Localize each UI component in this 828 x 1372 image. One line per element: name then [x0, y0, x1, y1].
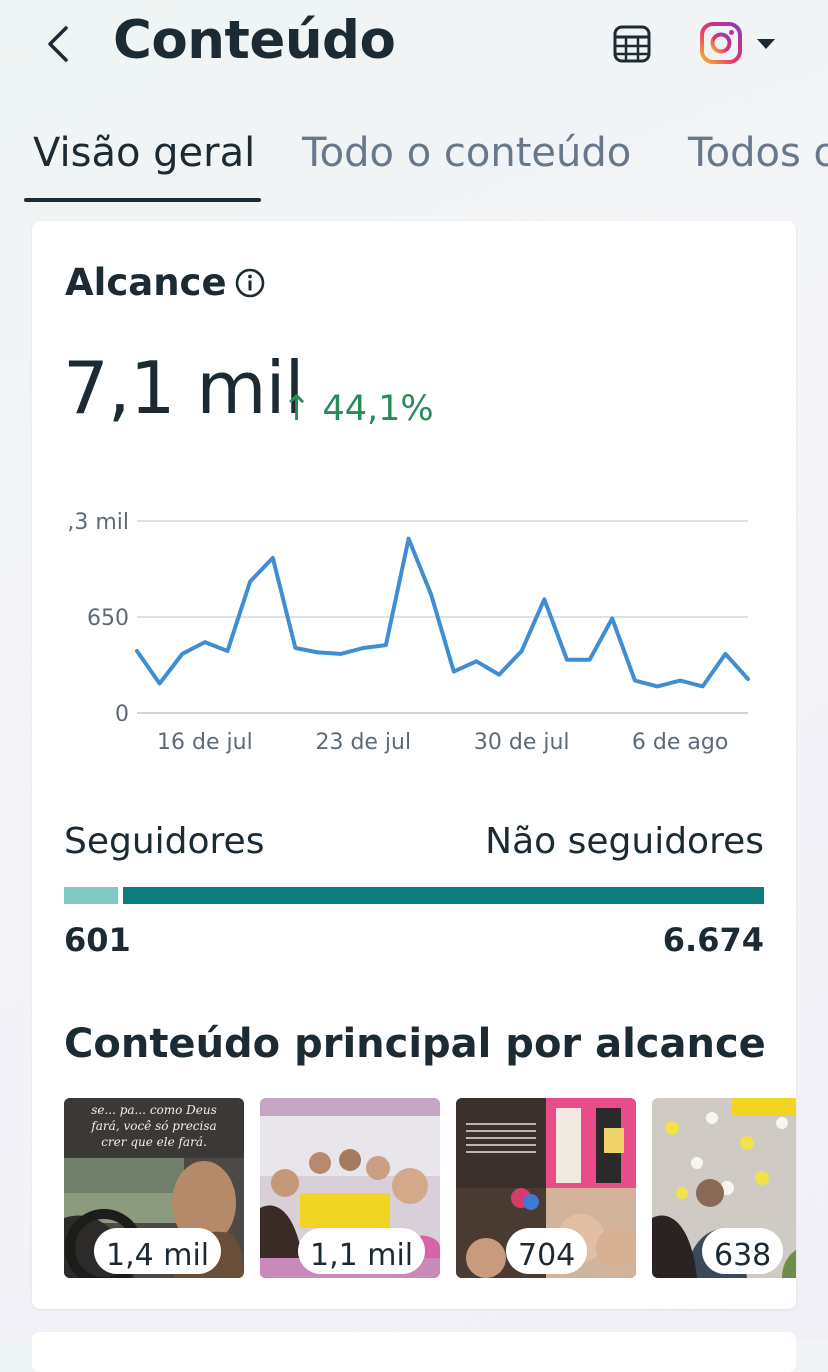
y-tick-label: 650 [87, 606, 129, 631]
header-bar: Conteúdo [0, 0, 828, 95]
reach-badge: 638 [702, 1228, 784, 1274]
tab-overview[interactable]: Visão geral [33, 130, 255, 176]
calendar-grid-icon [613, 25, 651, 63]
reach-line-chart: 0 650 ,3 mil 16 de jul 23 de jul 30 de jul 6 d… [67, 510, 750, 755]
x-tick-label: 30 de jul [474, 730, 570, 755]
reach-value: 7,1 mil [63, 346, 305, 430]
y-tick-label: 0 [115, 702, 129, 727]
info-icon [235, 268, 265, 298]
reach-change-value: 44,1% [322, 389, 434, 429]
reach-badge: 1,4 mil [94, 1228, 222, 1274]
top-content-carousel: se... pa... como Deus fará, você só prec… [64, 1098, 796, 1278]
followers-bar [64, 887, 118, 904]
tab-all-content[interactable]: Todo o conteúdo [302, 130, 631, 176]
reach-card: Alcance 7,1 mil ↑ 44,1% 0 650 ,3 mil 16 de … [32, 221, 796, 1309]
reach-change: ↑ 44,1% [282, 389, 434, 429]
audience-labels: Seguidores Não seguidores [64, 821, 764, 871]
info-button[interactable] [234, 267, 266, 299]
followers-label: Seguidores [64, 821, 265, 862]
content-thumbnail[interactable]: 704 [456, 1098, 636, 1278]
active-tab-indicator [24, 198, 261, 202]
arrow-up-icon: ↑ [282, 389, 312, 429]
y-tick-label: ,3 mil [67, 510, 129, 535]
tab-bar: Visão geral Todo o conteúdo Todos os [0, 110, 828, 205]
caret-down-icon [757, 39, 775, 49]
followers-count: 601 [64, 921, 131, 959]
non-followers-bar [123, 887, 764, 904]
content-thumbnail[interactable]: 638 [652, 1098, 796, 1278]
next-card [32, 1332, 796, 1372]
x-tick-label: 16 de jul [157, 730, 253, 755]
calendar-button[interactable] [610, 22, 654, 66]
content-thumbnail[interactable]: 1,1 mil [260, 1098, 440, 1278]
back-button[interactable] [40, 22, 80, 66]
content-thumbnail[interactable]: se... pa... como Deus fará, você só prec… [64, 1098, 244, 1278]
reach-badge: 1,1 mil [298, 1228, 426, 1274]
instagram-icon [700, 22, 742, 64]
non-followers-count: 6.674 [662, 921, 764, 959]
account-switcher[interactable] [698, 20, 780, 66]
tab-all-other[interactable]: Todos os [688, 130, 828, 176]
top-content-title: Conteúdo principal por alcance [64, 1021, 766, 1067]
page-title: Conteúdo [113, 10, 396, 71]
x-tick-label: 23 de jul [315, 730, 411, 755]
x-tick-label: 6 de ago [632, 730, 728, 755]
post-overlay-text: se... pa... como Deus fará, você só prec… [91, 1103, 217, 1149]
chevron-left-icon [48, 26, 68, 62]
reach-badge: 704 [506, 1228, 588, 1274]
reach-title: Alcance [65, 261, 227, 304]
reach-series-line [135, 536, 750, 689]
non-followers-label: Não seguidores [485, 821, 764, 862]
